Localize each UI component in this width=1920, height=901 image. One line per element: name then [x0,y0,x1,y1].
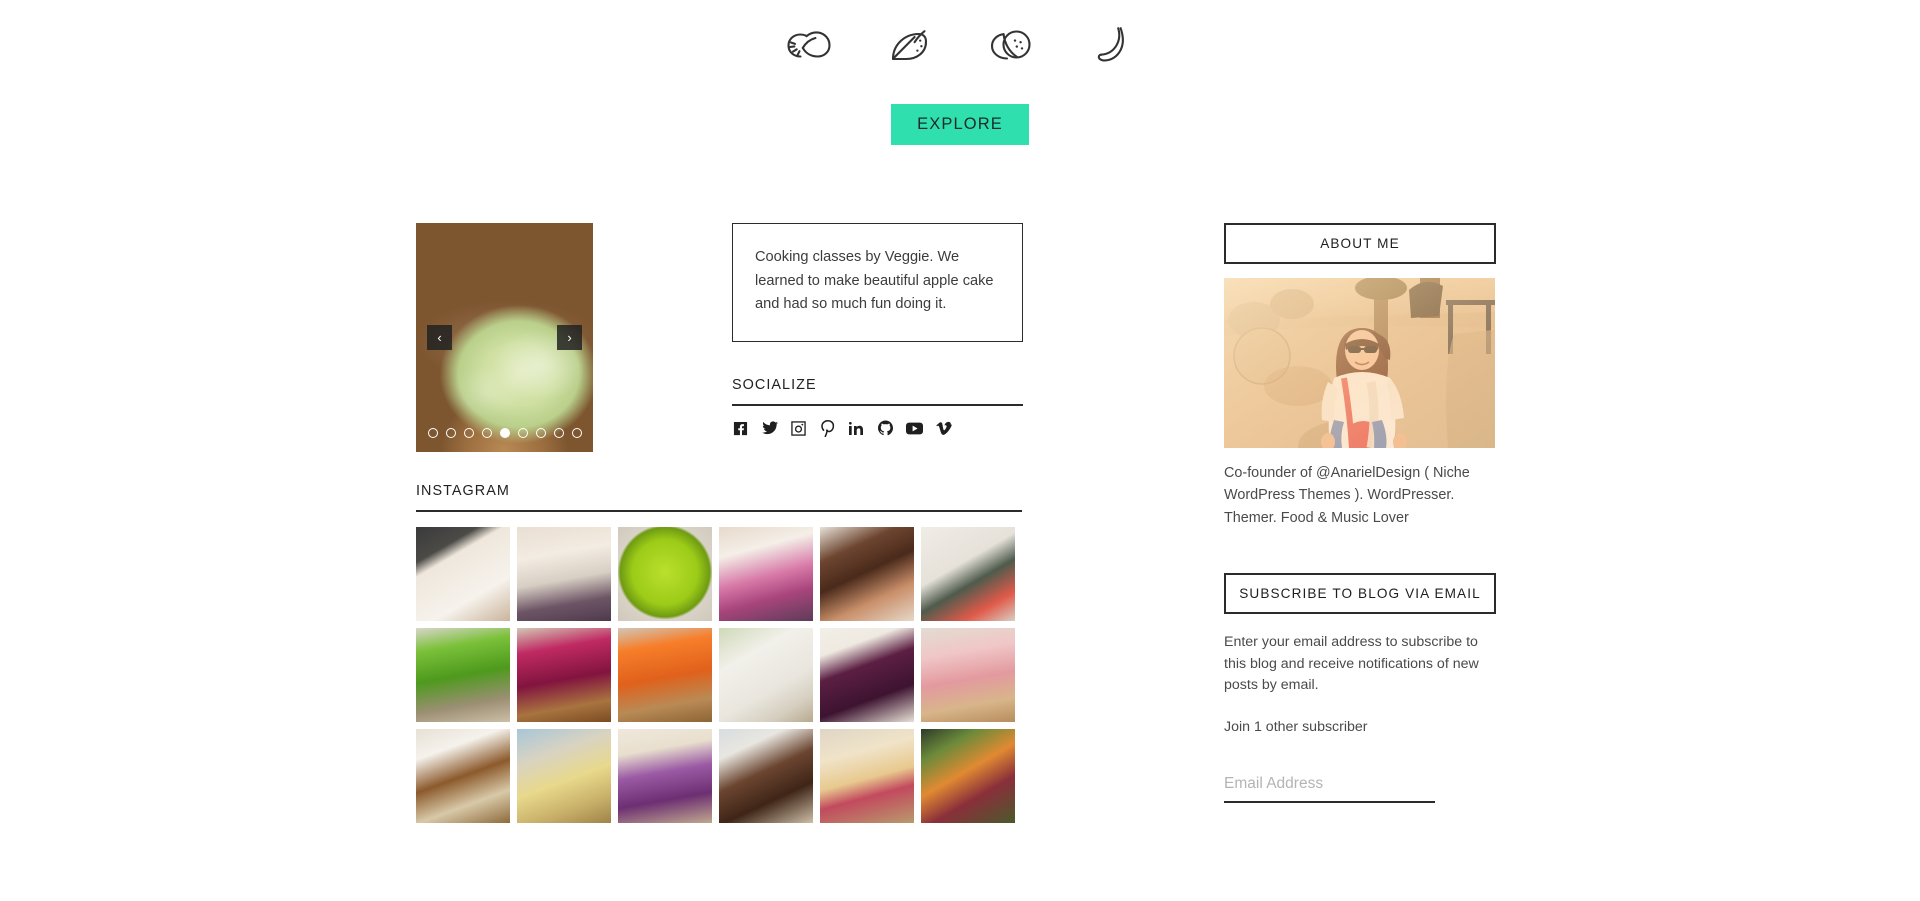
explore-button[interactable]: EXPLORE [891,104,1029,145]
slider-dot-5[interactable] [499,428,510,438]
subscriber-count: Join 1 other subscriber [1224,718,1368,735]
slider-dot-3[interactable] [463,428,474,438]
slider-dots [416,428,593,438]
github-icon[interactable] [877,420,894,437]
slider-prev-button[interactable]: ‹ [427,325,452,350]
instagram-tile-image [618,728,712,823]
instagram-tile[interactable] [719,728,813,823]
email-address-input[interactable] [1224,772,1435,803]
instagram-tile-image [820,526,914,621]
slider-dot-2[interactable] [445,428,456,438]
slider-dot-6[interactable] [517,428,528,438]
instagram-tile[interactable] [820,627,914,722]
instagram-tile-image [517,627,611,722]
sidebar: ABOUT ME Co-founder of @AnarielDesign (… [1224,223,1496,803]
instagram-tile[interactable] [921,627,1015,722]
subscribe-widget: SUBSCRIBE TO BLOG VIA EMAIL Enter your e… [1224,572,1496,803]
pinterest-icon[interactable] [819,419,836,437]
subscribe-description: Enter your email address to subscribe to… [1224,633,1479,694]
slider-dot-1[interactable] [427,428,438,438]
fruit-icon-nav [0,16,1920,74]
banana-icon[interactable] [1085,18,1139,72]
slider-next-button[interactable]: › [557,325,582,350]
slider-viewport[interactable]: ‹ › [416,223,593,452]
lemon-icon[interactable] [782,18,836,72]
instagram-tile-image [719,728,813,823]
slider-dot-8[interactable] [553,428,564,438]
instagram-tile-image [719,526,813,621]
instagram-tile-image [618,627,712,722]
instagram-tile-image [517,728,611,823]
instagram-tile[interactable] [618,526,712,621]
social-links [732,419,1023,437]
instagram-title: INSTAGRAM [416,482,510,499]
instagram-grid [416,526,1022,823]
subscribe-title: SUBSCRIBE TO BLOG VIA EMAIL [1224,572,1496,614]
instagram-tile[interactable] [820,728,914,823]
instagram-icon[interactable] [790,420,807,437]
facebook-icon[interactable] [732,420,749,437]
instagram-tile-image [416,728,510,823]
instagram-tile[interactable] [820,526,914,621]
instagram-tile[interactable] [416,627,510,722]
instagram-widget: INSTAGRAM [416,483,1022,823]
instagram-tile[interactable] [416,728,510,823]
page-root: EXPLORE ‹ › Cooking classes by Veggie. W… [0,0,1920,901]
orange-icon[interactable] [984,18,1038,72]
instagram-tile-image [618,526,712,621]
about-me-bio: Co-founder of @AnarielDesign ( Niche Wor… [1224,465,1470,526]
about-me-photo [1224,278,1495,448]
slider-dot-7[interactable] [535,428,546,438]
instagram-tile-image [517,526,611,621]
slider-dot-4[interactable] [481,428,492,438]
instagram-tile[interactable] [618,627,712,722]
instagram-tile-image [719,627,813,722]
watermelon-icon[interactable] [883,18,937,72]
quote-text: Cooking classes by Veggie. We learned to… [755,249,994,313]
socialize-widget: SOCIALIZE [732,377,1023,437]
instagram-tile-image [921,728,1015,823]
about-me-photo-image [1224,278,1495,448]
instagram-tile-image [416,526,510,621]
linkedin-icon[interactable] [848,420,865,437]
instagram-tile-image [921,526,1015,621]
instagram-tile-image [416,627,510,722]
instagram-tile[interactable] [719,627,813,722]
vimeo-icon[interactable] [935,420,952,437]
socialize-title: SOCIALIZE [732,376,817,393]
instagram-tile[interactable] [921,526,1015,621]
instagram-tile[interactable] [517,526,611,621]
quote-box: Cooking classes by Veggie. We learned to… [732,223,1023,342]
instagram-divider [416,509,1022,512]
about-me-title: ABOUT ME [1224,223,1496,264]
slider-dot-9[interactable] [571,428,582,438]
instagram-tile[interactable] [517,627,611,722]
explore-button-wrap: EXPLORE [0,104,1920,145]
instagram-tile-image [921,627,1015,722]
instagram-tile-image [820,627,914,722]
instagram-tile[interactable] [921,728,1015,823]
instagram-tile[interactable] [416,526,510,621]
instagram-tile[interactable] [517,728,611,823]
instagram-tile[interactable] [719,526,813,621]
youtube-icon[interactable] [906,420,923,437]
instagram-tile-image [820,728,914,823]
socialize-divider [732,403,1023,406]
twitter-icon[interactable] [761,420,778,437]
instagram-tile[interactable] [618,728,712,823]
